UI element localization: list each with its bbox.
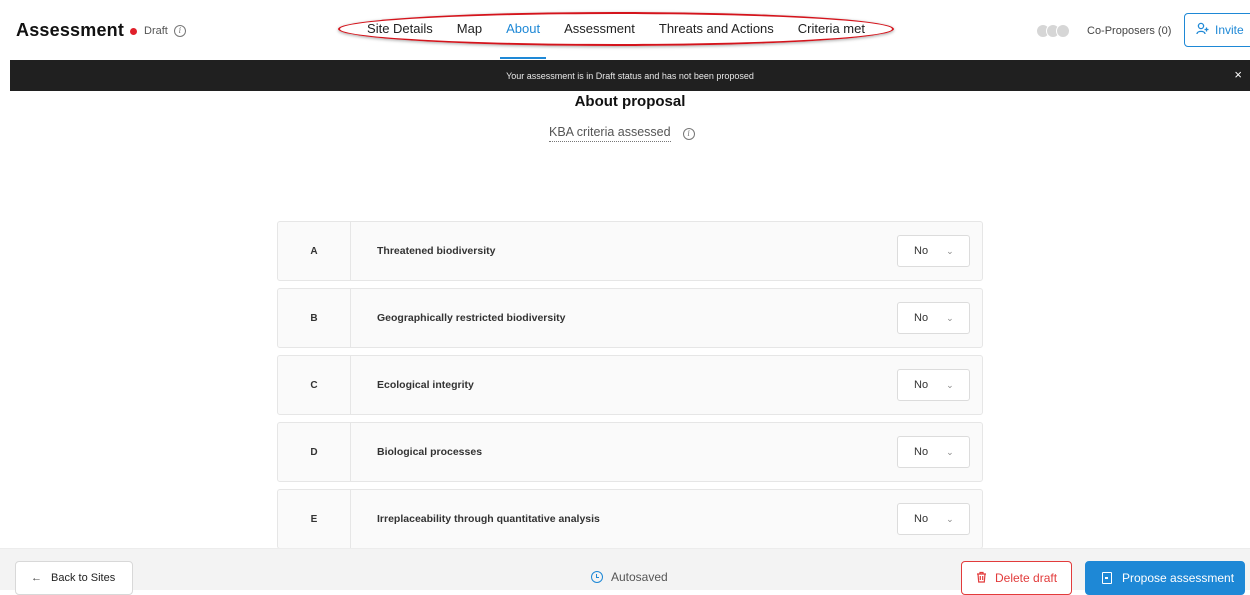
tab-assessment[interactable]: Assessment <box>552 12 647 46</box>
page-title: Assessment <box>16 20 125 40</box>
chevron-down-icon: ⌄ <box>946 312 954 323</box>
clock-icon <box>591 571 603 583</box>
criteria-label: Biological processes <box>377 446 483 458</box>
info-icon[interactable]: i <box>173 25 186 37</box>
criteria-select[interactable]: No ⌄ <box>897 235 970 267</box>
document-icon <box>1102 572 1112 584</box>
status-indicator: Draft i <box>130 25 186 37</box>
back-label: Back to Sites <box>51 572 116 584</box>
status-dot <box>130 27 137 35</box>
autosaved-label: Autosaved <box>611 570 668 584</box>
criteria-letter: E <box>278 490 351 548</box>
section-subtitle: KBA criteria assessed i <box>549 125 695 142</box>
select-value: No <box>914 379 929 391</box>
banner-message: Your assessment is in Draft status and h… <box>506 70 754 81</box>
chevron-down-icon: ⌄ <box>946 446 954 457</box>
status-label: Draft <box>144 25 168 37</box>
tab-threats-and-actions[interactable]: Threats and Actions <box>647 12 786 46</box>
app-header: Assessment Draft i Site Details Map Abou… <box>0 0 1250 60</box>
arrow-left-icon: ← <box>31 572 42 584</box>
criteria-select[interactable]: No ⌄ <box>897 503 970 535</box>
criteria-select[interactable]: No ⌄ <box>897 436 970 468</box>
criteria-letter: D <box>278 423 351 481</box>
criteria-select[interactable]: No ⌄ <box>897 369 970 401</box>
criteria-label: Geographically restricted biodiversity <box>377 312 566 324</box>
criteria-row-c: C Ecological integrity No ⌄ <box>277 355 983 415</box>
criteria-label: Threatened biodiversity <box>377 245 496 257</box>
criteria-label: Ecological integrity <box>377 379 474 391</box>
propose-label: Propose assessment <box>1122 571 1235 585</box>
criteria-select[interactable]: No ⌄ <box>897 302 970 334</box>
trash-icon <box>976 571 987 586</box>
tab-map[interactable]: Map <box>445 12 494 46</box>
co-proposer-avatars <box>1036 24 1070 38</box>
invite-label: Invite <box>1215 23 1244 37</box>
tab-nav: Site Details Map About Assessment Threat… <box>338 12 894 59</box>
avatar <box>1056 24 1070 38</box>
criteria-letter: A <box>278 222 351 280</box>
info-icon[interactable]: i <box>682 127 695 140</box>
criteria-list: A Threatened biodiversity No ⌄ B Geograp… <box>277 221 983 556</box>
autosave-status: Autosaved <box>591 570 668 584</box>
criteria-row-b: B Geographically restricted biodiversity… <box>277 288 983 348</box>
criteria-row-d: D Biological processes No ⌄ <box>277 422 983 482</box>
subtitle-text[interactable]: KBA criteria assessed <box>549 125 671 142</box>
select-value: No <box>914 245 929 257</box>
select-value: No <box>914 446 929 458</box>
invite-button[interactable]: Invite <box>1184 13 1250 47</box>
criteria-letter: B <box>278 289 351 347</box>
footer-bar: ← Back to Sites Autosaved Delete draft P… <box>0 548 1250 595</box>
chevron-down-icon: ⌄ <box>946 379 954 390</box>
tab-site-details[interactable]: Site Details <box>355 12 445 46</box>
tab-about[interactable]: About <box>494 12 552 59</box>
delete-label: Delete draft <box>995 571 1058 585</box>
tab-criteria-met[interactable]: Criteria met <box>786 12 877 46</box>
user-plus-icon <box>1196 22 1209 38</box>
chevron-down-icon: ⌄ <box>946 513 954 524</box>
criteria-row-e: E Irreplaceability through quantitative … <box>277 489 983 549</box>
draft-status-banner: Your assessment is in Draft status and h… <box>10 60 1250 91</box>
criteria-label: Irreplaceability through quantitative an… <box>377 513 600 525</box>
select-value: No <box>914 513 929 525</box>
criteria-row-a: A Threatened biodiversity No ⌄ <box>277 221 983 281</box>
chevron-down-icon: ⌄ <box>946 245 954 256</box>
close-icon[interactable]: × <box>1234 68 1242 82</box>
section-title: About proposal <box>574 93 686 110</box>
select-value: No <box>914 312 929 324</box>
co-proposers-count[interactable]: Co-Proposers (0) <box>1087 25 1171 37</box>
criteria-letter: C <box>278 356 351 414</box>
